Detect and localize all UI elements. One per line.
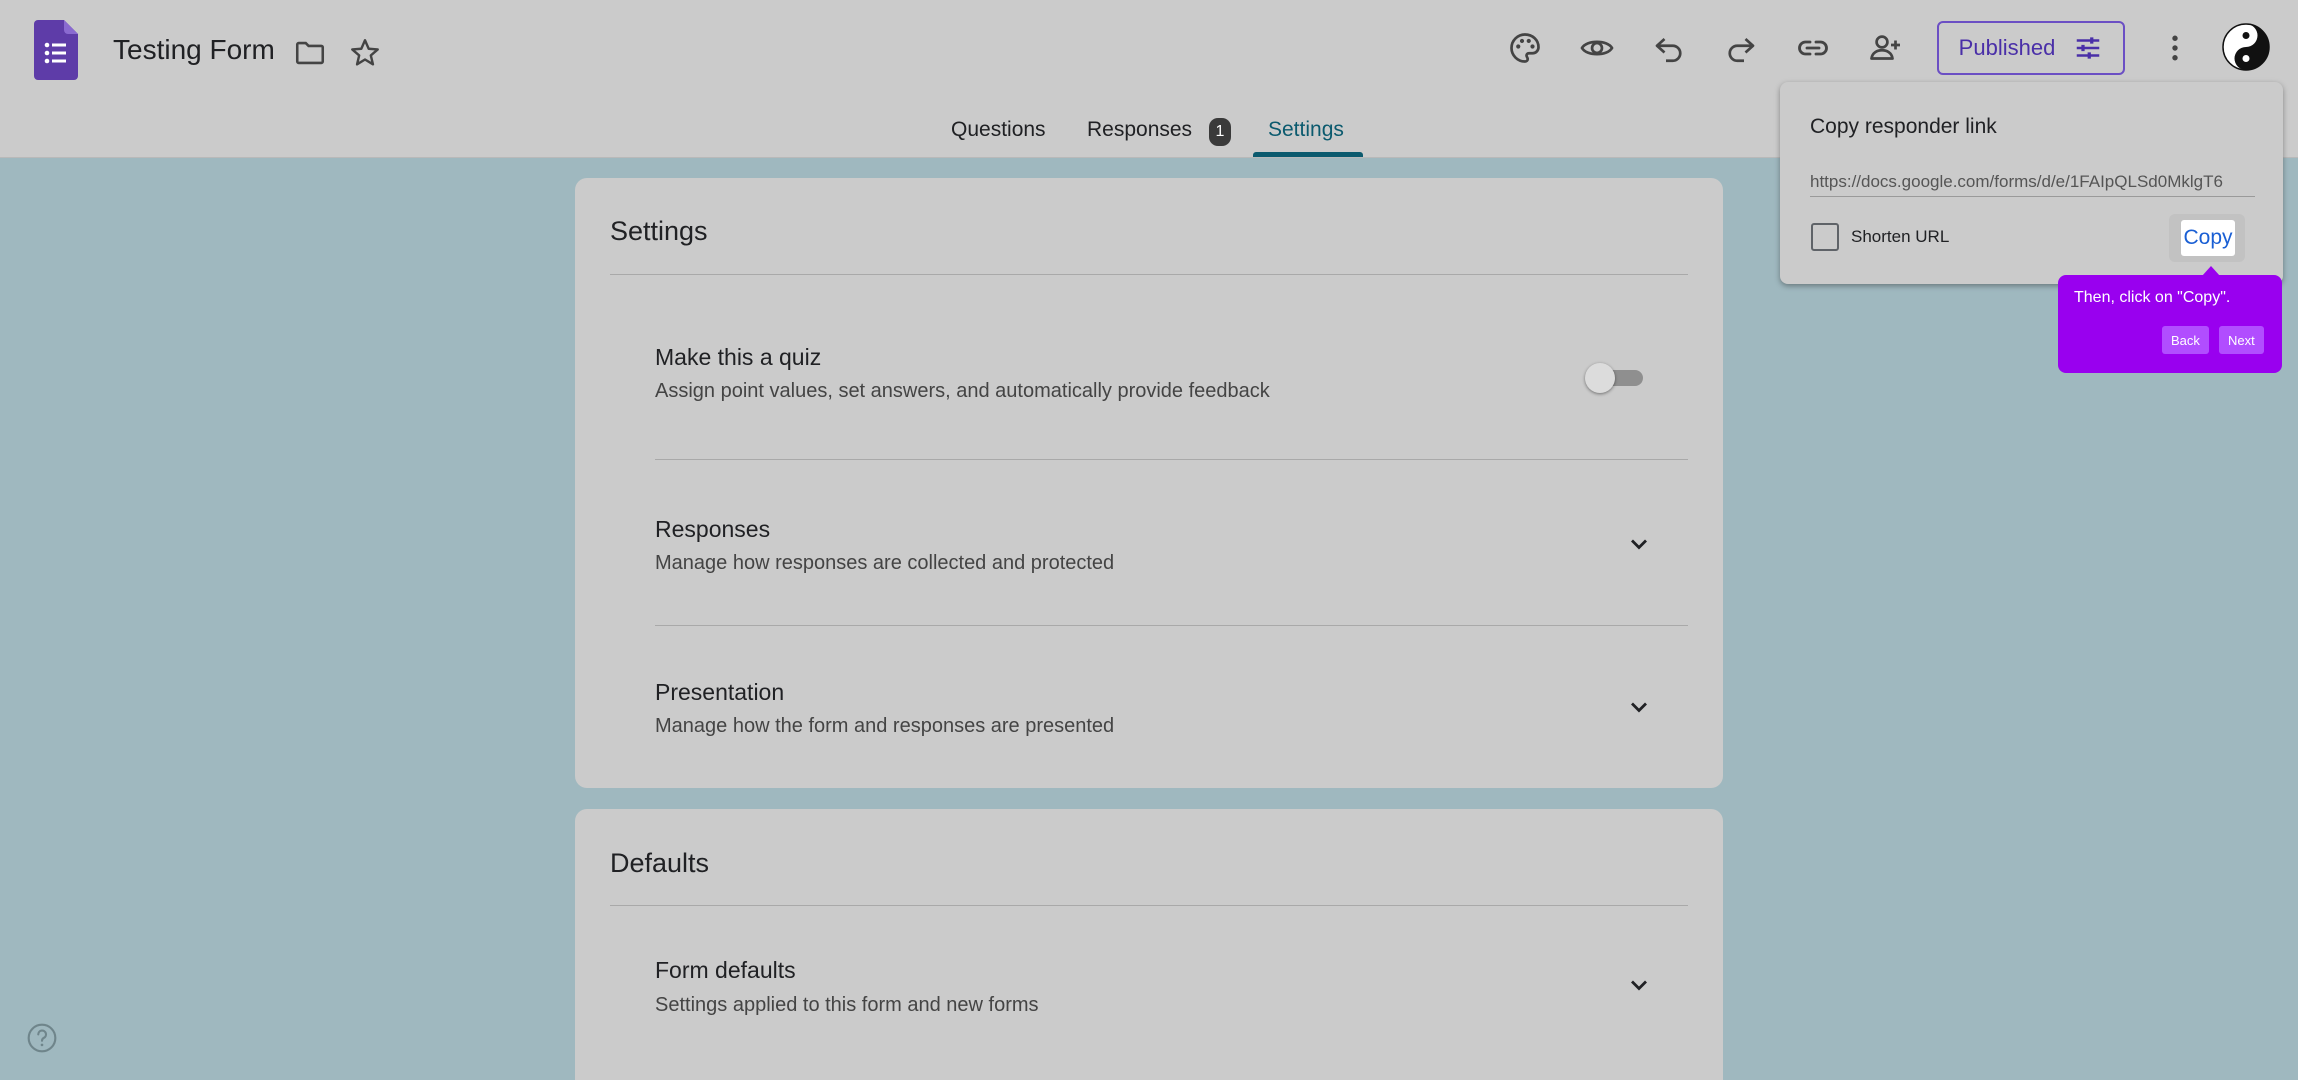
tour-tooltip: Then, click on "Copy". Back Next	[2058, 275, 2282, 373]
responder-url-field[interactable]	[1810, 167, 2255, 197]
tab-responses[interactable]: Responses	[1087, 118, 1192, 142]
responses-setting-subtitle: Manage how responses are collected and p…	[655, 552, 1115, 574]
published-button[interactable]: Published	[1937, 21, 2125, 75]
chevron-down-icon[interactable]	[1625, 693, 1653, 721]
defaults-card-title: Defaults	[610, 848, 710, 878]
quiz-setting-title: Make this a quiz	[655, 344, 822, 370]
chevron-down-icon[interactable]	[1625, 971, 1653, 999]
tab-settings[interactable]: Settings	[1268, 118, 1344, 142]
avatar[interactable]	[2222, 23, 2270, 71]
link-icon[interactable]	[1795, 30, 1831, 66]
add-person-icon[interactable]	[1867, 30, 1903, 66]
tour-tooltip-text: Then, click on "Copy".	[2074, 289, 2231, 306]
quiz-setting-subtitle: Assign point values, set answers, and au…	[655, 380, 1270, 402]
responses-count-badge: 1	[1209, 118, 1231, 146]
tour-next-button[interactable]: Next	[2219, 326, 2264, 354]
divider	[655, 625, 1688, 626]
folder-icon[interactable]	[293, 36, 327, 70]
tune-icon	[2077, 37, 2100, 59]
presentation-setting-title: Presentation	[655, 679, 785, 705]
responses-setting-title: Responses	[655, 516, 771, 542]
help-icon[interactable]	[26, 1022, 58, 1054]
shorten-url-checkbox[interactable]	[1811, 223, 1839, 251]
form-defaults-title: Form defaults	[655, 957, 796, 983]
redo-icon[interactable]	[1723, 30, 1759, 66]
copy-responder-link-popup: Copy responder link Shorten URL Copy	[1780, 82, 2283, 284]
chevron-down-icon[interactable]	[1625, 530, 1653, 558]
published-label: Published	[1958, 35, 2056, 60]
tab-questions[interactable]: Questions	[951, 118, 1046, 142]
tour-back-button[interactable]: Back	[2162, 326, 2209, 354]
divider	[610, 905, 1688, 906]
form-defaults-subtitle: Settings applied to this form and new fo…	[655, 994, 1039, 1016]
star-icon[interactable]	[348, 36, 382, 70]
presentation-setting-subtitle: Manage how the form and responses are pr…	[655, 715, 1115, 737]
quiz-toggle[interactable]	[1585, 360, 1645, 394]
divider	[655, 459, 1688, 460]
more-vert-icon[interactable]	[2157, 30, 2193, 66]
active-tab-indicator	[1253, 152, 1363, 157]
settings-card-title: Settings	[610, 216, 708, 246]
shorten-url-label: Shorten URL	[1851, 227, 1950, 246]
form-title[interactable]: Testing Form	[113, 34, 275, 66]
settings-card: Settings Make this a quiz Assign point v…	[575, 178, 1723, 788]
toggle-knob	[1585, 363, 1615, 393]
copy-button[interactable]: Copy	[2181, 220, 2235, 256]
palette-icon[interactable]	[1507, 30, 1543, 66]
popup-title: Copy responder link	[1810, 115, 1997, 138]
divider	[610, 274, 1688, 275]
eye-icon[interactable]	[1579, 30, 1615, 66]
undo-icon[interactable]	[1651, 30, 1687, 66]
defaults-card: Defaults Form defaults Settings applied …	[575, 809, 1723, 1080]
forms-logo-icon[interactable]	[34, 20, 78, 80]
